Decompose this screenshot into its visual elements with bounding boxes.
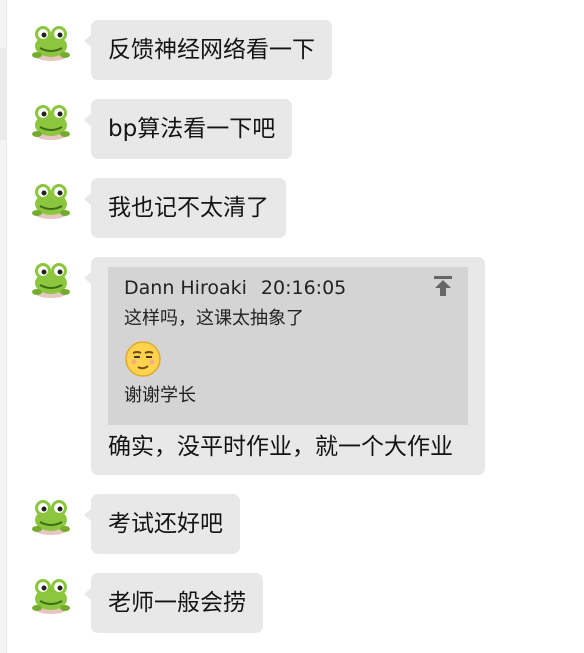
smug-face-emoji-icon [125, 341, 161, 377]
quoted-text-line: 谢谢学长 [124, 385, 196, 406]
frog-avatar-icon[interactable] [31, 24, 71, 62]
frog-avatar-icon[interactable] [31, 103, 71, 141]
frog-avatar-icon[interactable] [31, 498, 71, 536]
frog-avatar-icon[interactable] [31, 261, 71, 299]
frog-avatar-icon[interactable] [31, 577, 71, 615]
chat-message-list: 反馈神经网络看一下 bp算法看一下吧 我也记不太清了 Dann Hiroaki … [0, 0, 584, 653]
message-text: 反馈神经网络看一下 [108, 37, 315, 63]
message-text: bp算法看一下吧 [108, 116, 276, 142]
message-text: 确实，没平时作业，就一个大作业 [108, 434, 453, 460]
left-panel-edge [0, 0, 7, 653]
jump-to-original-icon[interactable] [430, 273, 456, 299]
quoted-author: Dann Hiroaki [124, 277, 247, 299]
quoted-time: 20:16:05 [260, 277, 347, 299]
quoted-header: Dann Hiroaki 20:16:05 [124, 276, 346, 300]
message-bubble[interactable]: 反馈神经网络看一下 [84, 20, 332, 80]
quoted-message[interactable]: Dann Hiroaki 20:16:05 这样吗，这课太抽象了 谢谢学长 [108, 267, 468, 425]
message-bubble[interactable]: 老师一般会捞 [84, 573, 263, 633]
message-bubble[interactable]: 我也记不太清了 [84, 178, 286, 238]
quoted-text-line: 这样吗，这课太抽象了 [124, 308, 304, 329]
message-bubble[interactable]: bp算法看一下吧 [83, 99, 293, 159]
message-text: 老师一般会捞 [108, 590, 246, 616]
message-bubble[interactable]: Dann Hiroaki 20:16:05 这样吗，这课太抽象了 谢谢学长 确实… [84, 257, 485, 475]
frog-avatar-icon[interactable] [31, 182, 71, 220]
message-text: 我也记不太清了 [108, 195, 269, 221]
message-bubble[interactable]: 考试还好吧 [84, 494, 240, 554]
message-text: 考试还好吧 [108, 511, 223, 537]
left-panel-selected-band [0, 48, 6, 140]
